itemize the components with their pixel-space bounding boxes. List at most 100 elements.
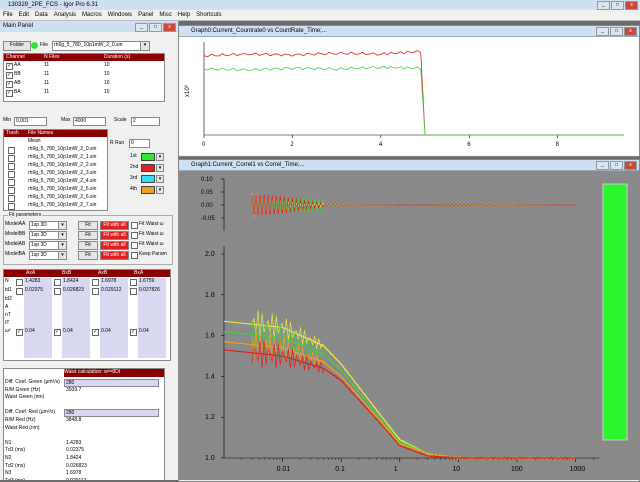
fit-with-all-button[interactable]: Fit with all — [100, 231, 129, 240]
color-dropdown-icon[interactable]: ▾ — [156, 186, 164, 194]
trash-checkbox[interactable] — [8, 187, 15, 194]
panel-maximize-icon[interactable]: □ — [149, 23, 162, 32]
menu-item-windows[interactable]: Windows — [105, 10, 135, 20]
param-n-value[interactable]: 1.6759 — [139, 278, 154, 285]
fit-button[interactable]: Fit — [78, 251, 98, 260]
channel-checkbox[interactable]: ✓ — [6, 81, 13, 88]
menu-item-misc[interactable]: Misc — [156, 10, 174, 20]
graph0-minimize-icon[interactable]: _ — [596, 27, 609, 36]
menu-item-analysis[interactable]: Analysis — [51, 10, 79, 20]
fit-with-all-button[interactable]: Fit with all — [100, 221, 129, 230]
param-n-value[interactable]: 1.8424 — [63, 278, 78, 285]
menu-item-shortcuts[interactable]: Shortcuts — [193, 10, 224, 20]
param-td1-checkbox[interactable] — [54, 288, 61, 295]
model-select[interactable]: 1sp 3D — [29, 221, 59, 230]
menu-item-panel[interactable]: Panel — [135, 10, 156, 20]
menu-item-macros[interactable]: Macros — [79, 10, 105, 20]
param-w2-checkbox[interactable]: ✓ — [92, 329, 99, 336]
fit-with-all-button[interactable]: Fit with all — [100, 241, 129, 250]
waist-checkbox[interactable] — [131, 252, 138, 259]
menu-item-file[interactable]: File — [0, 10, 16, 20]
param-w2-checkbox[interactable]: ✓ — [16, 329, 23, 336]
trash-checkbox[interactable] — [8, 195, 15, 202]
trash-checkbox[interactable] — [8, 163, 15, 170]
folder-button[interactable]: Folder — [3, 41, 31, 51]
param-td1-value[interactable]: 0.02375 — [25, 287, 43, 294]
file-name[interactable]: rh6g_5_780_10p1mW_2_2.sin — [28, 162, 96, 169]
graph0-close-icon[interactable]: x — [624, 27, 637, 36]
param-n-value[interactable]: 1.6978 — [101, 278, 116, 285]
color-dropdown-icon[interactable]: ▾ — [156, 175, 164, 183]
graph1-close-icon[interactable]: x — [624, 161, 637, 170]
trash-checkbox[interactable] — [8, 147, 15, 154]
trash-checkbox[interactable] — [8, 179, 15, 186]
model-select[interactable]: 1sp 3D — [29, 251, 59, 260]
waist-checkbox[interactable] — [131, 232, 138, 239]
model-dropdown-icon[interactable]: ▾ — [58, 221, 67, 230]
param-w2-value[interactable]: 0.04 — [101, 328, 111, 335]
min-input[interactable]: 0.001 — [14, 117, 47, 126]
waist-checkbox[interactable] — [131, 222, 138, 229]
trash-checkbox[interactable] — [8, 155, 15, 162]
param-w2-value[interactable]: 0.04 — [139, 328, 149, 335]
trash-checkbox[interactable] — [8, 171, 15, 178]
file-name[interactable]: Mean — [28, 138, 41, 145]
param-n-checkbox[interactable] — [92, 279, 99, 286]
file-name[interactable]: rh6g_5_780_10p1mW_2_4.sin — [28, 178, 96, 185]
model-dropdown-icon[interactable]: ▾ — [58, 241, 67, 250]
channel-checkbox[interactable]: ✓ — [6, 63, 13, 70]
channel-checkbox[interactable]: ✓ — [6, 72, 13, 79]
param-w2-checkbox[interactable]: ✓ — [54, 329, 61, 336]
param-w2-value[interactable]: 0.04 — [25, 328, 35, 335]
menu-item-data[interactable]: Data — [32, 10, 51, 20]
max-input[interactable]: 4000 — [73, 117, 106, 126]
minimize-icon[interactable]: _ — [597, 1, 610, 10]
panel-close-icon[interactable]: x — [163, 23, 176, 32]
run-color-swatch[interactable] — [141, 153, 155, 161]
param-td1-value[interactable]: 0.027826 — [139, 287, 160, 294]
file-name[interactable]: rh6g_5_780_10p1mW_2_1.sin — [28, 154, 96, 161]
scale-input[interactable]: 2 — [131, 117, 160, 126]
fit-button[interactable]: Fit — [78, 221, 98, 230]
rrun-input[interactable]: 0 — [129, 139, 150, 148]
param-td1-checkbox[interactable] — [130, 288, 137, 295]
color-dropdown-icon[interactable]: ▾ — [156, 164, 164, 172]
menu-item-edit[interactable]: Edit — [16, 10, 32, 20]
run-color-swatch[interactable] — [141, 175, 155, 183]
graph1-minimize-icon[interactable]: _ — [596, 161, 609, 170]
panel-minimize-icon[interactable]: _ — [135, 23, 148, 32]
waist-checkbox[interactable] — [131, 242, 138, 249]
run-color-swatch[interactable] — [141, 164, 155, 172]
param-td1-value[interactable]: 0.026823 — [63, 287, 84, 294]
param-td1-checkbox[interactable] — [92, 288, 99, 295]
param-w2-value[interactable]: 0.04 — [63, 328, 73, 335]
channel-checkbox[interactable]: ✓ — [6, 90, 13, 97]
color-dropdown-icon[interactable]: ▾ — [156, 153, 164, 161]
file-name[interactable]: rh6g_5_780_10p1mW_2_6.sin — [28, 194, 96, 201]
model-dropdown-icon[interactable]: ▾ — [58, 251, 67, 260]
graph1-maximize-icon[interactable]: □ — [610, 161, 623, 170]
file-name[interactable]: rh6g_5_780_10p1mW_2_7.sin — [28, 202, 96, 209]
close-icon[interactable]: x — [625, 1, 638, 10]
fit-with-all-button[interactable]: Fit with all — [100, 251, 129, 260]
run-color-swatch[interactable] — [141, 186, 155, 194]
param-n-checkbox[interactable] — [54, 279, 61, 286]
trash-checkbox[interactable] — [8, 203, 15, 210]
file-name[interactable]: rh6g_5_780_10p1mW_2_5.sin — [28, 186, 96, 193]
param-td1-checkbox[interactable] — [16, 288, 23, 295]
file-dropdown-icon[interactable]: ▾ — [140, 41, 150, 51]
param-n-checkbox[interactable] — [16, 279, 23, 286]
model-dropdown-icon[interactable]: ▾ — [58, 231, 67, 240]
fit-button[interactable]: Fit — [78, 241, 98, 250]
file-name[interactable]: rh6g_5_780_10p1mW_2_0.sin — [28, 146, 96, 153]
param-n-checkbox[interactable] — [130, 279, 137, 286]
fit-button[interactable]: Fit — [78, 231, 98, 240]
file-select[interactable]: rh6g_5_780_10p1mW_2_0.sin — [52, 41, 141, 51]
graph0-maximize-icon[interactable]: □ — [610, 27, 623, 36]
param-n-value[interactable]: 1.4283 — [25, 278, 40, 285]
menu-item-help[interactable]: Help — [175, 10, 193, 20]
param-w2-checkbox[interactable]: ✓ — [130, 329, 137, 336]
model-select[interactable]: 1sp 3D — [29, 231, 59, 240]
maximize-icon[interactable]: □ — [611, 1, 624, 10]
model-select[interactable]: 1sp 3D — [29, 241, 59, 250]
